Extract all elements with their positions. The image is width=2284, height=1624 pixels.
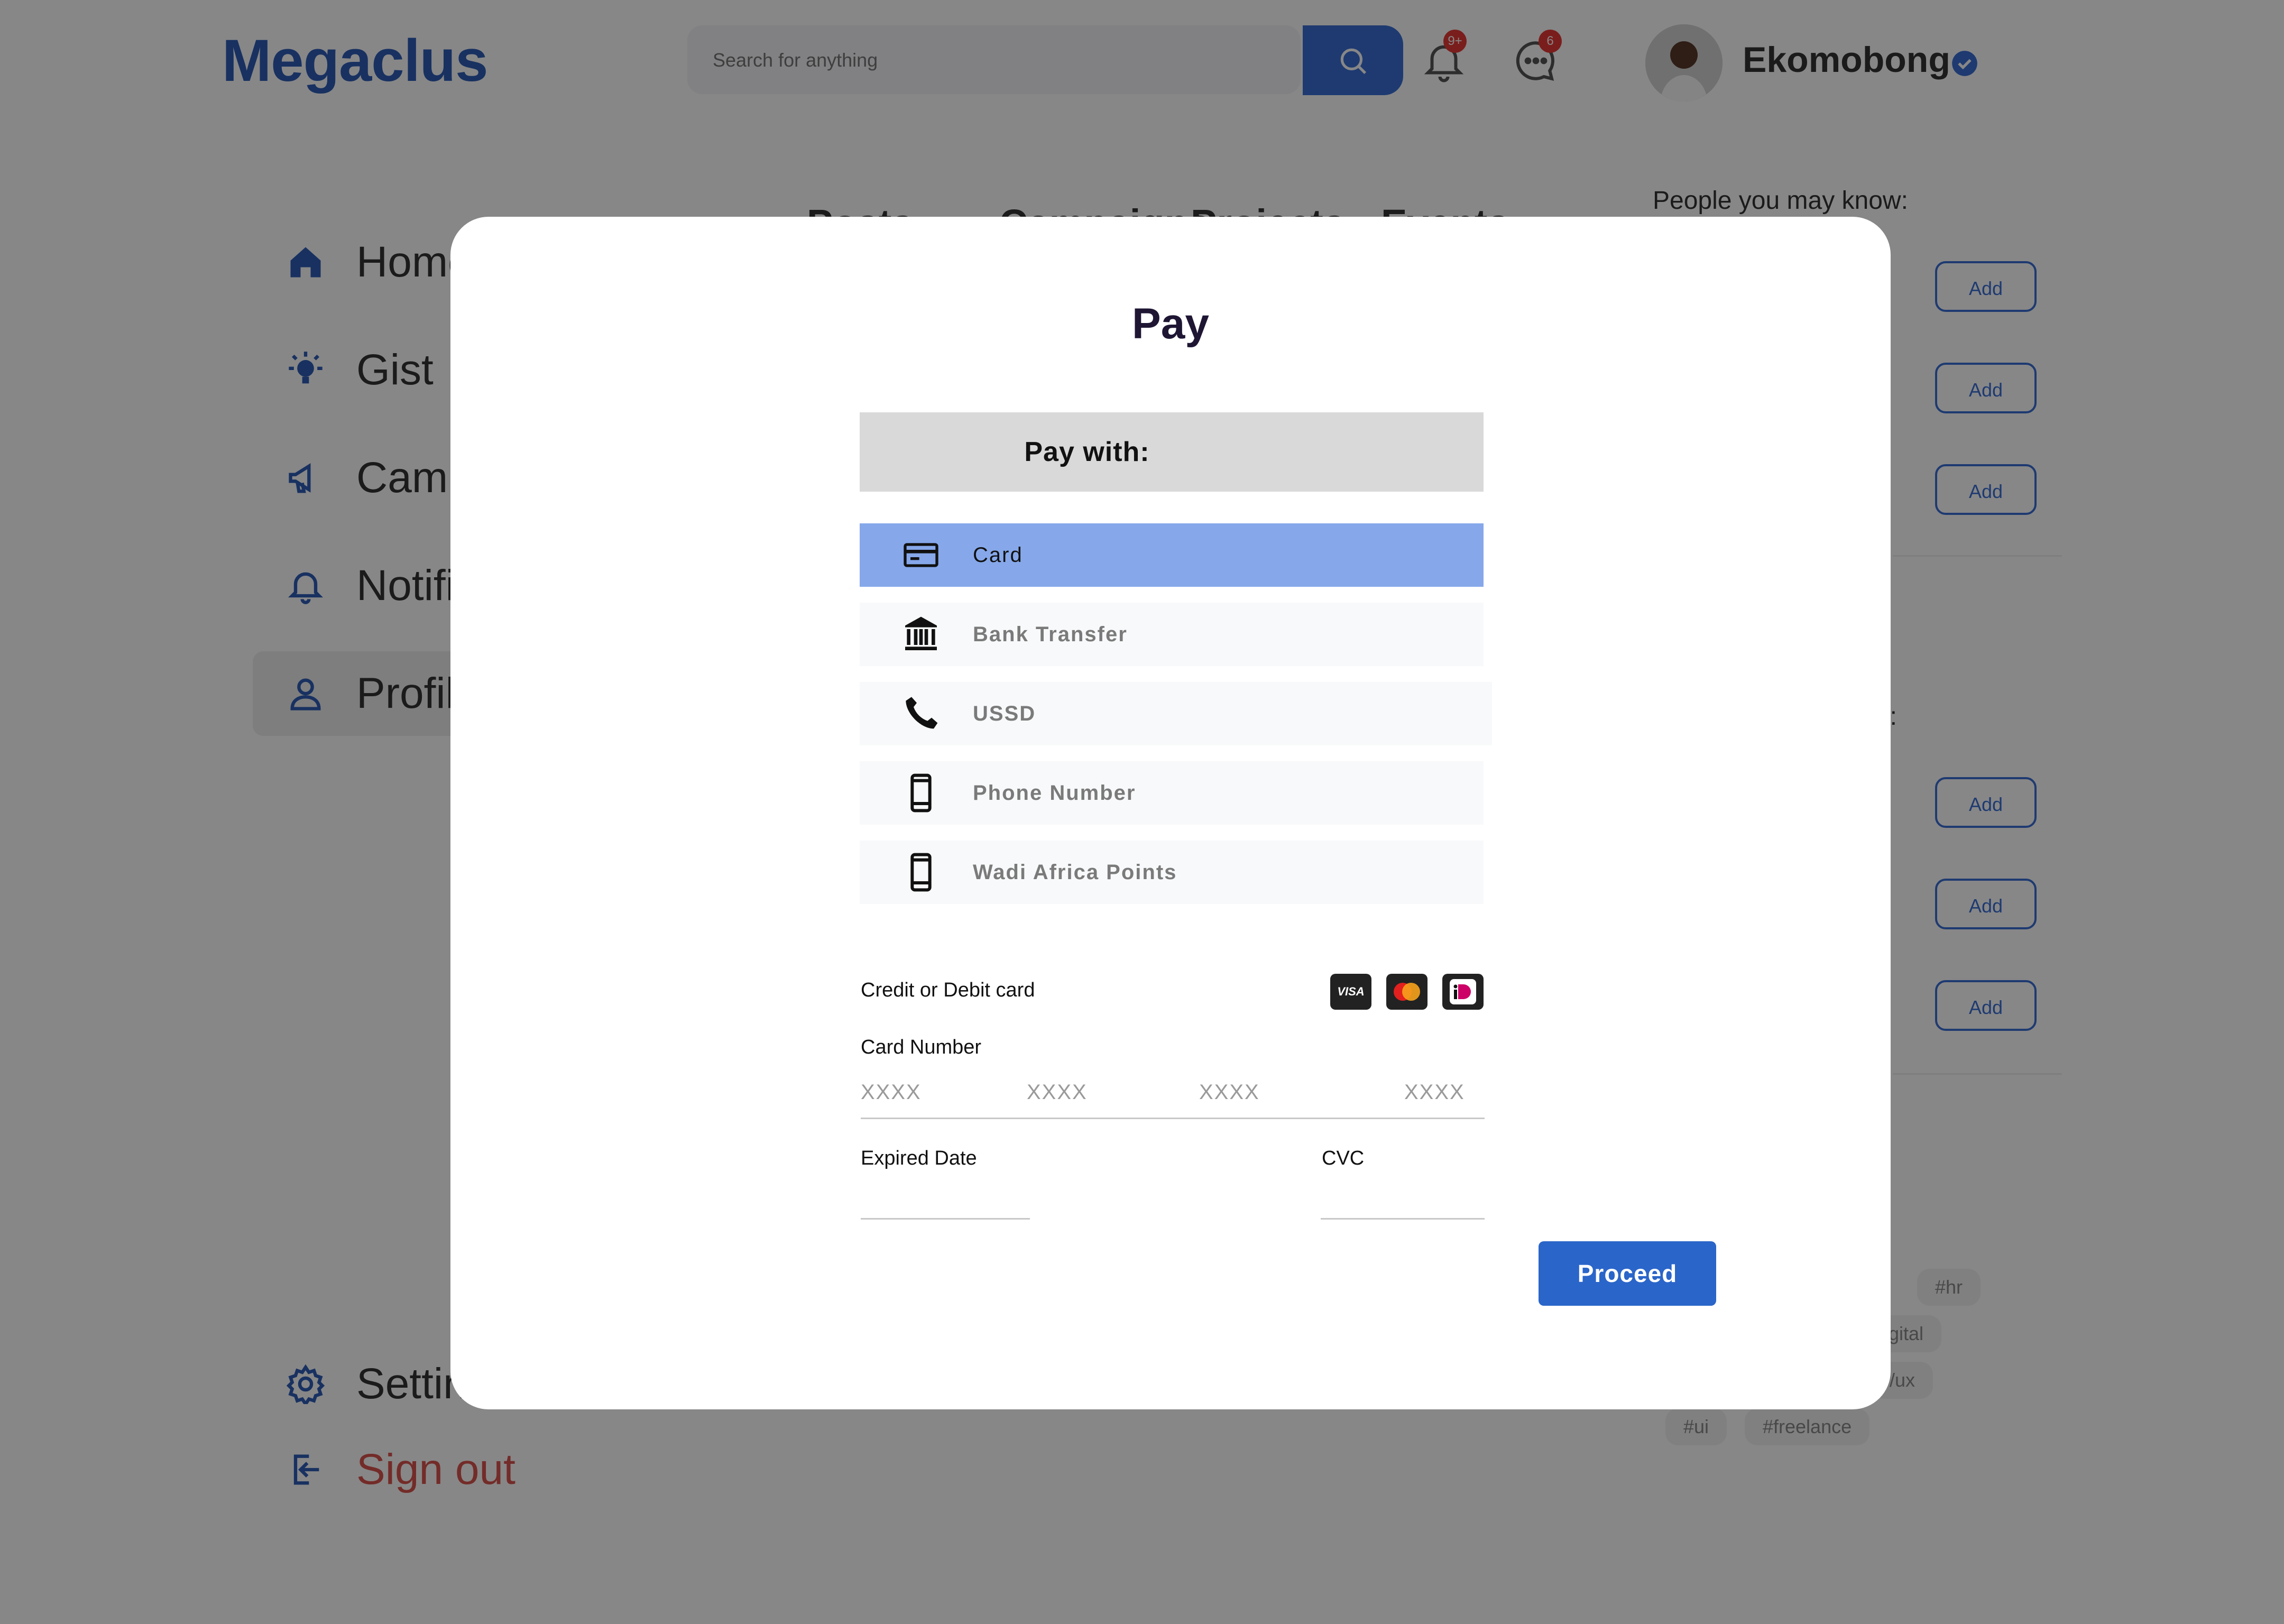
card-number-underline [861, 1118, 1485, 1119]
payment-option-card[interactable]: Card [860, 523, 1484, 587]
bank-icon [905, 616, 937, 650]
payment-option-wadi-africa-points[interactable]: Wadi Africa Points [860, 841, 1484, 904]
payment-option-label: Wadi Africa Points [973, 861, 1177, 884]
cvc-input[interactable] [1321, 1218, 1485, 1220]
payment-option-label: Phone Number [973, 781, 1136, 805]
card-number-field-3[interactable]: XXXX [1199, 1081, 1260, 1104]
cvc-label: CVC [1322, 1147, 1365, 1169]
payment-option-phone-number[interactable]: Phone Number [860, 761, 1484, 825]
card-section-title: Credit or Debit card [861, 979, 1035, 1001]
ideal-logo [1442, 974, 1484, 1010]
mobile-phone-icon [910, 773, 932, 813]
visa-logo: VISA [1330, 974, 1371, 1010]
proceed-button[interactable]: Proceed [1539, 1241, 1716, 1306]
pay-with-label: Pay with: [1024, 437, 1150, 467]
card-number-field-4[interactable]: XXXX [1404, 1081, 1465, 1104]
payment-option-bank-transfer[interactable]: Bank Transfer [860, 603, 1484, 666]
phone-handset-icon [906, 697, 938, 729]
mobile-phone-icon [910, 853, 932, 892]
payment-option-ussd[interactable]: USSD [860, 682, 1492, 745]
mastercard-logo [1386, 974, 1428, 1010]
expiry-label: Expired Date [861, 1147, 977, 1169]
modal-title: Pay [1132, 300, 1209, 348]
payment-modal: Pay Pay with: Card Bank Transfer USSD Ph… [450, 217, 1891, 1409]
payment-option-label: Bank Transfer [973, 623, 1128, 646]
visa-logo-text: VISA [1337, 985, 1365, 998]
payment-option-label: USSD [973, 702, 1036, 725]
payment-option-label: Card [973, 543, 1023, 567]
credit-card-icon [904, 543, 938, 567]
card-number-field-1[interactable]: XXXX [861, 1081, 922, 1104]
pay-with-header: Pay with: [860, 412, 1484, 492]
expiry-input[interactable] [861, 1218, 1030, 1220]
card-number-label: Card Number [861, 1036, 982, 1058]
card-number-field-2[interactable]: XXXX [1027, 1081, 1088, 1104]
